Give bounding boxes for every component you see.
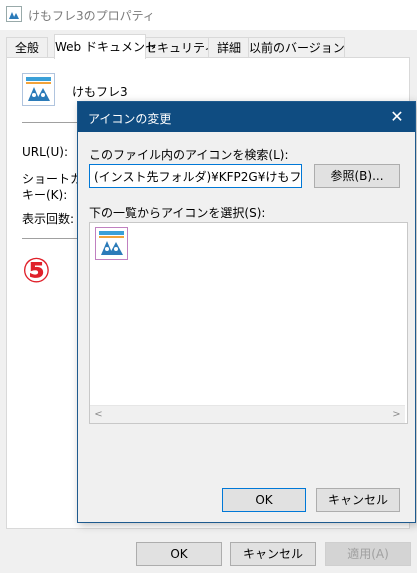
icon-list[interactable]: < > bbox=[89, 222, 408, 424]
icon-list-label: 下の一覧からアイコンを選択(S): bbox=[89, 206, 266, 220]
tab-web-document[interactable]: Web ドキュメント bbox=[54, 34, 157, 59]
visit-count-label: 表示回数: bbox=[22, 212, 75, 226]
dialog-title: アイコンの変更 bbox=[88, 112, 172, 126]
tab-general[interactable]: 全般 bbox=[6, 37, 48, 58]
dialog-ok-button[interactable]: OK bbox=[222, 488, 306, 512]
tab-previous-versions[interactable]: 以前のバージョン bbox=[248, 37, 345, 58]
url-label: URL(U): bbox=[22, 145, 68, 159]
dialog-titlebar: アイコンの変更 ✕ bbox=[78, 102, 415, 132]
scroll-right-icon[interactable]: > bbox=[388, 406, 405, 423]
step-number-annotation: ⑤ bbox=[22, 251, 51, 291]
app-icon bbox=[6, 6, 22, 22]
apply-button[interactable]: 適用(A) bbox=[325, 542, 411, 566]
scroll-left-icon[interactable]: < bbox=[90, 406, 107, 423]
search-file-label: このファイル内のアイコンを検索(L): bbox=[89, 148, 289, 162]
kemono-friends-app-icon[interactable] bbox=[95, 227, 128, 260]
browse-button[interactable]: 参照(B)... bbox=[314, 164, 400, 188]
dialog-cancel-button[interactable]: キャンセル bbox=[316, 488, 400, 512]
document-name: けもフレ3 bbox=[72, 85, 128, 99]
window-titlebar: けもフレ3のプロパティ bbox=[0, 0, 417, 30]
document-icon bbox=[22, 73, 55, 106]
tab-details[interactable]: 詳細 bbox=[208, 37, 250, 58]
window-title: けもフレ3のプロパティ bbox=[28, 9, 155, 23]
horizontal-scrollbar[interactable]: < > bbox=[90, 405, 405, 423]
close-icon[interactable]: ✕ bbox=[387, 107, 407, 127]
separator-top bbox=[22, 122, 78, 123]
separator-bottom bbox=[22, 238, 78, 239]
shortcut-key-label-line2: キー(K): bbox=[22, 188, 68, 202]
ok-button[interactable]: OK bbox=[136, 542, 222, 566]
change-icon-dialog: アイコンの変更 ✕ このファイル内のアイコンを検索(L): (インスト先フォルダ… bbox=[77, 101, 416, 523]
icon-file-path-input[interactable]: (インスト先フォルダ)¥KFP2G¥けもフレ３.exe bbox=[89, 164, 302, 188]
cancel-button[interactable]: キャンセル bbox=[230, 542, 316, 566]
